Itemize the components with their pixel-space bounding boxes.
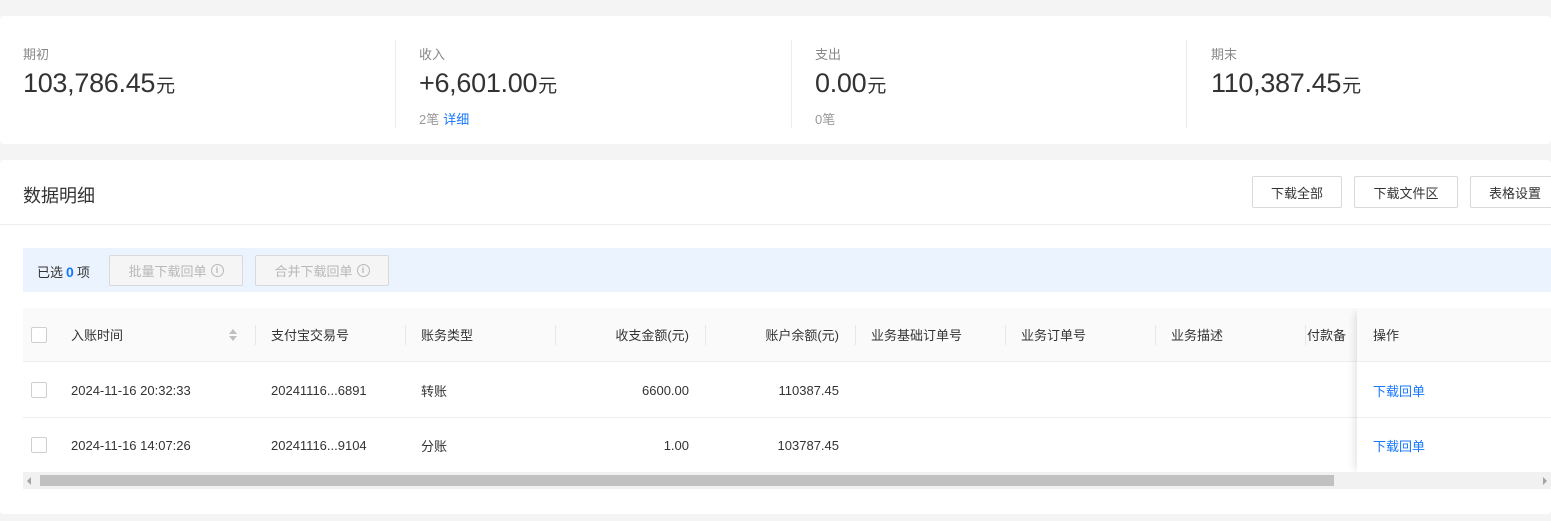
column-separator [1005, 325, 1006, 345]
expense-sub: 0笔 [815, 109, 835, 128]
opening-amount: 103,786.45 [23, 68, 156, 98]
selection-status: 已选 0 项 [37, 262, 90, 281]
action-cell: 下载回单 [1357, 363, 1551, 418]
currency-unit: 元 [1342, 76, 1362, 97]
stat-amount: 0.00元 [815, 68, 886, 99]
cell-base-order [871, 363, 1001, 417]
col-header-balance: 账户余额(元) [765, 328, 839, 343]
cell-order [1021, 418, 1151, 472]
cell-trade-no: 20241116...9104 [271, 437, 367, 453]
action-cell: 下载回单 [1357, 418, 1551, 473]
sort-icon[interactable] [228, 327, 238, 343]
merge-download-button[interactable]: 合并下载回单 i [255, 255, 389, 286]
column-separator [705, 325, 706, 345]
col-header-desc: 业务描述 [1171, 328, 1224, 343]
selection-count: 0 [66, 264, 74, 280]
selection-bar: 已选 0 项 批量下载回单 i 合并下载回单 i [23, 248, 1551, 292]
scroll-left-arrow-icon[interactable] [27, 477, 31, 485]
cell-amount: 1.00 [663, 437, 689, 453]
stat-amount: 103,786.45元 [23, 68, 175, 99]
cell-balance: 110387.45 [778, 382, 840, 398]
stat-label: 收入 [419, 47, 446, 62]
summary-card: 期初 103,786.45元 收入 +6,601.00元 2笔 详细 支出 0.0… [0, 16, 1551, 144]
column-separator [405, 325, 406, 345]
batch-download-button[interactable]: 批量下载回单 i [109, 255, 243, 286]
detail-card: 数据明细 下载全部 下载文件区 表格设置 已选 0 项 批量下载回单 i 合并下载回… [0, 160, 1551, 514]
currency-unit: 元 [538, 76, 558, 97]
currency-unit: 元 [156, 76, 176, 97]
cell-time: 2024-11-16 20:32:33 [71, 382, 191, 398]
download-files-button[interactable]: 下载文件区 [1354, 176, 1458, 208]
action-column: 操作 下载回单 下载回单 [1357, 308, 1551, 473]
horizontal-scrollbar[interactable] [23, 472, 1551, 489]
col-header-type: 账务类型 [421, 328, 474, 343]
divider [395, 40, 396, 128]
col-header-amount: 收支金额(元) [615, 328, 689, 343]
download-all-button[interactable]: 下载全部 [1252, 176, 1342, 208]
cell-desc [1171, 363, 1301, 417]
cell-trade-no: 20241116...6891 [271, 382, 367, 398]
column-separator [255, 325, 256, 345]
expense-amount: 0.00 [815, 68, 867, 98]
stat-label: 期末 [1211, 47, 1238, 62]
income-amount: +6,601.00 [419, 68, 538, 98]
stat-amount: +6,601.00元 [419, 68, 557, 99]
cell-base-order [871, 418, 1001, 472]
select-all-checkbox[interactable] [31, 327, 47, 343]
table-header: 入账时间 支付宝交易号 账务类型 收支金额(元) 账户余额(元) 业务基础订单号… [23, 308, 1551, 362]
scroll-right-arrow-icon[interactable] [1543, 477, 1547, 485]
col-header-trade-no: 支付宝交易号 [271, 328, 350, 343]
info-icon: i [210, 264, 224, 277]
stat-label: 期初 [23, 47, 50, 62]
download-receipt-link[interactable]: 下载回单 [1373, 418, 1493, 472]
column-separator [855, 325, 856, 345]
income-sub: 2笔 详细 [419, 109, 469, 128]
info-icon: i [356, 264, 370, 277]
cell-balance: 103787.45 [777, 437, 839, 453]
row-checkbox[interactable] [31, 382, 47, 398]
table-settings-button[interactable]: 表格设置 [1470, 176, 1551, 208]
selection-prefix: 已选 [37, 265, 64, 280]
scrollbar-thumb[interactable] [40, 475, 1334, 486]
section-title: 数据明细 [23, 186, 95, 206]
cell-remark [1307, 363, 1357, 417]
col-header-order: 业务订单号 [1021, 328, 1087, 343]
cell-time: 2024-11-16 14:07:26 [71, 437, 191, 453]
divider [1186, 40, 1187, 128]
stat-label: 支出 [815, 47, 842, 62]
merge-download-label: 合并下载回单 [274, 264, 353, 279]
cell-order [1021, 363, 1151, 417]
cell-remark [1307, 418, 1357, 472]
col-header-action-wrap: 操作 [1357, 308, 1551, 362]
income-count: 2笔 [419, 112, 440, 127]
column-separator [1155, 325, 1156, 345]
column-separator [1305, 325, 1306, 345]
col-header-action: 操作 [1373, 328, 1400, 343]
cell-type: 分账 [421, 438, 448, 454]
divider [0, 224, 1551, 225]
selection-suffix: 项 [76, 265, 90, 280]
table-row[interactable]: 2024-11-16 20:32:33 20241116...6891 转账 6… [23, 363, 1551, 418]
column-separator [555, 325, 556, 345]
col-header-remark: 付款备 [1307, 328, 1347, 343]
table-row[interactable]: 2024-11-16 14:07:26 20241116...9104 分账 1… [23, 418, 1551, 473]
transactions-table: 入账时间 支付宝交易号 账务类型 收支金额(元) 账户余额(元) 业务基础订单号… [23, 308, 1551, 473]
row-checkbox[interactable] [31, 437, 47, 453]
stat-amount: 110,387.45元 [1211, 68, 1361, 99]
download-receipt-link[interactable]: 下载回单 [1373, 363, 1493, 417]
col-header-base-order: 业务基础订单号 [871, 328, 963, 343]
divider [791, 40, 792, 128]
batch-download-label: 批量下载回单 [128, 264, 207, 279]
col-header-time[interactable]: 入账时间 [71, 308, 221, 361]
expense-count: 0笔 [815, 112, 836, 127]
cell-amount: 6600.00 [642, 382, 689, 398]
closing-amount: 110,387.45 [1211, 68, 1342, 98]
cell-type: 转账 [421, 383, 448, 399]
cell-desc [1171, 418, 1301, 472]
currency-unit: 元 [867, 76, 887, 97]
income-detail-link[interactable]: 详细 [443, 112, 469, 127]
